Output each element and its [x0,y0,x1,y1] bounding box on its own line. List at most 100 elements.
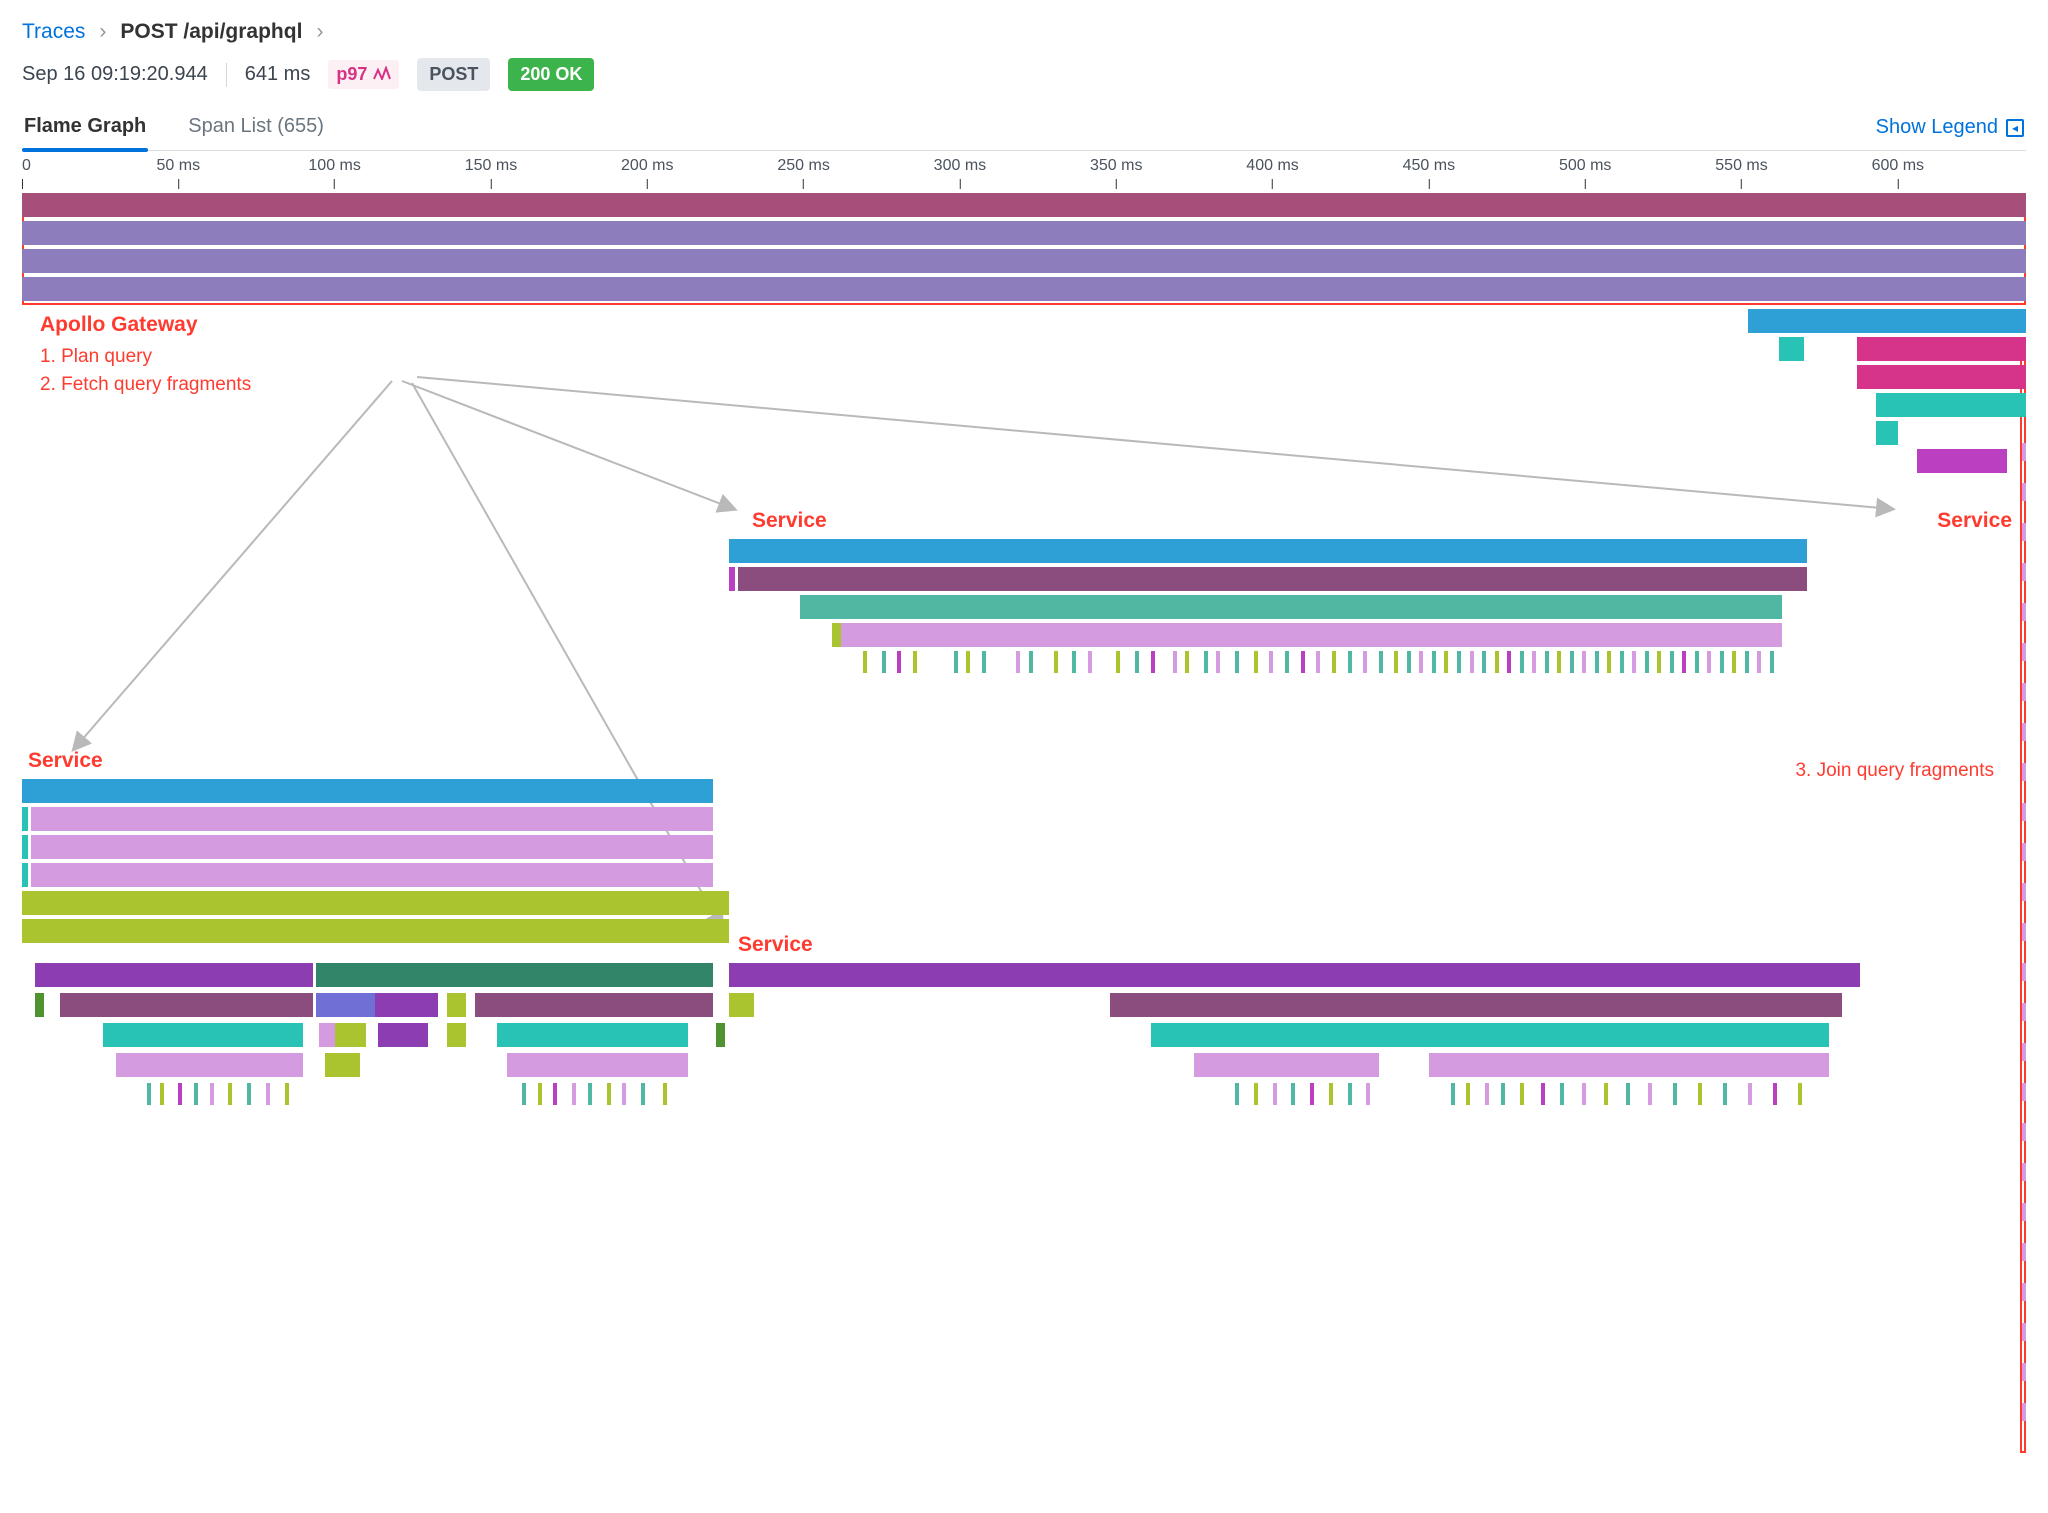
trace-span[interactable] [1151,1023,1829,1047]
trace-span[interactable] [475,993,713,1017]
trace-span[interactable] [1732,651,1736,673]
trace-span[interactable] [375,993,438,1017]
trace-span[interactable] [325,1053,359,1077]
trace-span[interactable] [285,1083,289,1105]
trace-span[interactable] [729,567,735,591]
trace-span[interactable] [1291,1083,1295,1105]
trace-span[interactable] [316,993,375,1017]
trace-span[interactable] [800,595,1782,619]
flame-graph[interactable]: Apollo Gateway 1. Plan query 2. Fetch qu… [22,193,2026,1493]
trace-span[interactable] [1541,1083,1545,1105]
trace-span[interactable] [1444,651,1448,673]
trace-span[interactable] [35,963,313,987]
trace-span[interactable] [729,963,1861,987]
trace-span[interactable] [247,1083,251,1105]
trace-span[interactable] [2022,523,2026,541]
trace-span[interactable] [1316,651,1320,673]
trace-span[interactable] [1773,1083,1777,1105]
trace-span[interactable] [1173,651,1177,673]
trace-span[interactable] [1632,651,1636,673]
trace-span[interactable] [1407,651,1411,673]
trace-span[interactable] [863,651,867,673]
tab-span-list[interactable]: Span List (655) [186,105,326,150]
trace-span[interactable] [22,249,2026,273]
trace-span[interactable] [1348,651,1352,673]
trace-span[interactable] [2022,803,2026,821]
trace-span[interactable] [1857,365,2026,389]
trace-span[interactable] [22,863,28,887]
trace-span[interactable] [1194,1053,1378,1077]
trace-span[interactable] [1366,1083,1370,1105]
trace-span[interactable] [22,277,2026,301]
trace-span[interactable] [1657,651,1661,673]
trace-span[interactable] [31,863,713,887]
trace-span[interactable] [1876,421,1898,445]
trace-span[interactable] [1185,651,1189,673]
trace-span[interactable] [2022,723,2026,741]
trace-span[interactable] [2022,1283,2026,1301]
trace-span[interactable] [1301,651,1305,673]
trace-span[interactable] [1748,1083,1752,1105]
trace-span[interactable] [1645,651,1649,673]
trace-span[interactable] [1570,651,1574,673]
trace-span[interactable] [1757,651,1761,673]
trace-span[interactable] [1470,651,1474,673]
trace-span[interactable] [982,651,986,673]
trace-span[interactable] [1779,337,1804,361]
trace-span[interactable] [2022,483,2026,501]
trace-span[interactable] [2022,1243,2026,1261]
show-legend-button[interactable]: Show Legend ◂ [1874,106,2026,149]
trace-span[interactable] [31,835,713,859]
trace-span[interactable] [22,779,713,803]
trace-span[interactable] [266,1083,270,1105]
trace-span[interactable] [2022,1123,2026,1141]
trace-span[interactable] [1329,1083,1333,1105]
percentile-badge[interactable]: p97 [328,60,399,89]
trace-span[interactable] [1607,651,1611,673]
trace-span[interactable] [553,1083,557,1105]
trace-span[interactable] [22,807,28,831]
trace-span[interactable] [1557,651,1561,673]
trace-span[interactable] [622,1083,626,1105]
trace-span[interactable] [1626,1083,1630,1105]
trace-span[interactable] [31,807,713,831]
trace-span[interactable] [1451,1083,1455,1105]
trace-span[interactable] [103,1023,303,1047]
trace-span[interactable] [607,1083,611,1105]
trace-span[interactable] [1235,651,1239,673]
trace-span[interactable] [1204,651,1208,673]
trace-span[interactable] [729,539,1808,563]
trace-span[interactable] [1269,651,1273,673]
trace-span[interactable] [1466,1083,1470,1105]
trace-span[interactable] [1507,651,1511,673]
trace-span[interactable] [2022,883,2026,901]
trace-span[interactable] [507,1053,688,1077]
trace-span[interactable] [447,1023,466,1047]
trace-span[interactable] [1707,651,1711,673]
trace-span[interactable] [1876,393,2026,417]
trace-span[interactable] [1501,1083,1505,1105]
trace-span[interactable] [1798,1083,1802,1105]
trace-span[interactable] [116,1053,304,1077]
trace-span[interactable] [497,1023,688,1047]
trace-span[interactable] [954,651,958,673]
trace-span[interactable] [1285,651,1289,673]
trace-span[interactable] [966,651,970,673]
trace-span[interactable] [160,1083,164,1105]
trace-span[interactable] [2022,1203,2026,1221]
trace-span[interactable] [538,1083,542,1105]
trace-span[interactable] [447,993,466,1017]
trace-span[interactable] [1363,651,1367,673]
trace-span[interactable] [1254,1083,1258,1105]
trace-span[interactable] [1429,1053,1829,1077]
trace-span[interactable] [663,1083,667,1105]
trace-span[interactable] [2022,963,2026,981]
trace-span[interactable] [1545,651,1549,673]
trace-span[interactable] [572,1083,576,1105]
trace-span[interactable] [2022,1083,2026,1101]
trace-span[interactable] [2022,643,2026,661]
trace-span[interactable] [378,1023,428,1047]
trace-span[interactable] [1745,651,1749,673]
trace-span[interactable] [1332,651,1336,673]
trace-span[interactable] [147,1083,151,1105]
